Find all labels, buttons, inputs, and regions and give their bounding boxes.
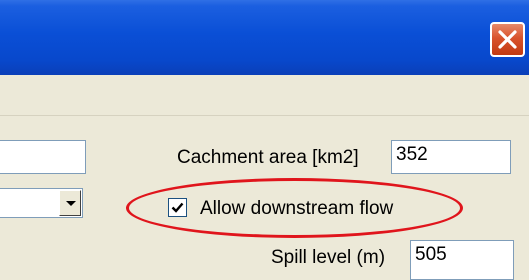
spill-level-value: 505 xyxy=(415,244,447,265)
close-button[interactable] xyxy=(490,22,525,57)
left-text-field[interactable] xyxy=(0,140,86,174)
chevron-down-icon xyxy=(66,201,76,206)
spill-level-field[interactable]: 505 xyxy=(410,240,514,280)
catchment-area-value: 352 xyxy=(396,144,428,165)
allow-downstream-checkbox[interactable] xyxy=(168,198,187,217)
left-dropdown[interactable] xyxy=(0,188,83,218)
menu-bar xyxy=(0,75,529,116)
spill-level-label: Spill level (m) xyxy=(271,247,386,268)
window-titlebar xyxy=(0,0,529,75)
allow-downstream-label[interactable]: Allow downstream flow xyxy=(200,199,393,218)
checkmark-icon xyxy=(171,202,184,213)
dropdown-arrow-button[interactable] xyxy=(59,190,81,216)
catchment-area-field[interactable]: 352 xyxy=(391,140,511,174)
close-icon xyxy=(498,30,517,49)
catchment-area-label: Cachment area [km2] xyxy=(177,147,359,168)
